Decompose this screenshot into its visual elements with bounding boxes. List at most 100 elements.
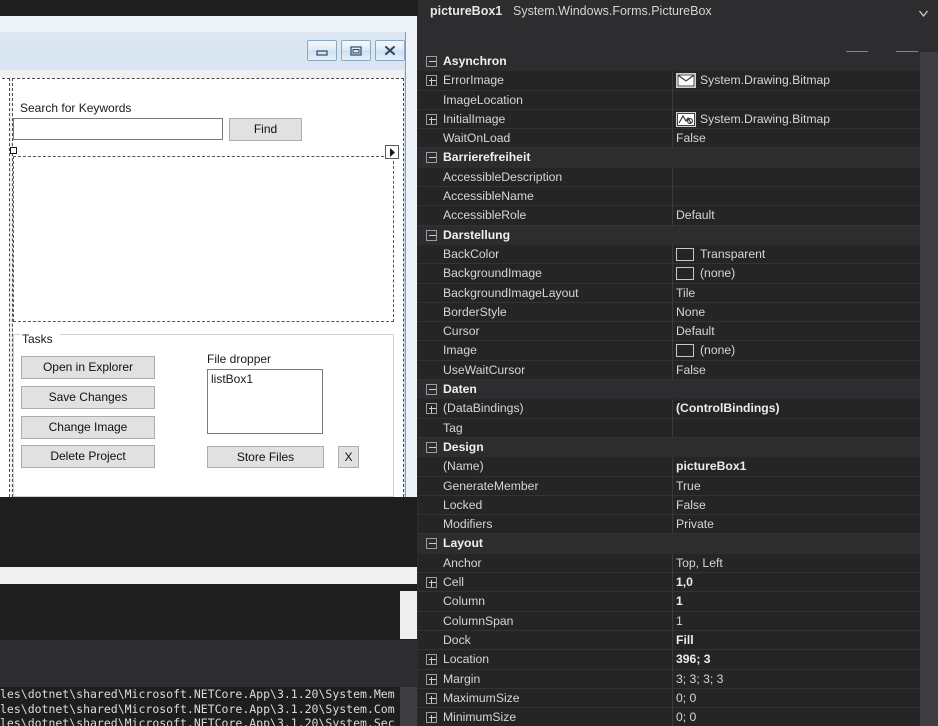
collapse-icon[interactable] [426, 538, 437, 550]
expand-icon[interactable] [426, 654, 437, 666]
property-category-row[interactable]: Barrierefreiheit [418, 148, 920, 168]
property-row[interactable]: MaximumSize 0; 0 [418, 688, 920, 709]
property-value[interactable]: False [676, 363, 706, 377]
property-row[interactable]: WaitOnLoad False [418, 129, 920, 149]
list-item[interactable]: listBox1 [211, 372, 253, 386]
property-value[interactable]: (none) [700, 343, 735, 357]
column-divider[interactable] [672, 399, 673, 419]
property-row[interactable]: AccessibleName [418, 187, 920, 207]
property-row[interactable]: AccessibleRole Default [418, 206, 920, 226]
column-divider[interactable] [672, 688, 673, 709]
property-value[interactable]: False [676, 498, 706, 512]
selection-grip[interactable] [10, 147, 17, 154]
property-value[interactable]: Default [676, 208, 715, 222]
delete-project-button[interactable]: Delete Project [21, 445, 155, 468]
column-divider[interactable] [672, 322, 673, 342]
property-value[interactable]: 1,0 [676, 575, 693, 589]
property-value[interactable]: Fill [676, 633, 694, 647]
column-divider[interactable] [672, 302, 673, 323]
column-divider[interactable] [672, 457, 673, 477]
column-divider[interactable] [672, 573, 673, 593]
expand-icon[interactable] [426, 712, 437, 724]
property-category-row[interactable]: Darstellung [418, 225, 920, 245]
column-divider[interactable] [672, 630, 673, 651]
column-divider[interactable] [672, 418, 673, 438]
column-divider[interactable] [672, 167, 673, 188]
collapse-icon[interactable] [426, 229, 437, 241]
close-button[interactable] [375, 40, 405, 61]
column-divider[interactable] [672, 592, 673, 612]
maximize-button[interactable] [341, 40, 371, 61]
properties-grid-scroll[interactable]: Asynchron ErrorImage System.Drawing.Bitmap… [418, 52, 938, 726]
property-category-row[interactable]: Design [418, 437, 920, 458]
collapse-icon[interactable] [426, 384, 437, 396]
property-row[interactable]: Modifiers Private [418, 515, 920, 535]
search-input[interactable] [13, 118, 223, 140]
property-row[interactable]: (DataBindings) (ControlBindings) [418, 399, 920, 419]
property-row[interactable]: UseWaitCursor False [418, 360, 920, 381]
column-divider[interactable] [672, 109, 673, 130]
column-divider[interactable] [672, 495, 673, 516]
property-row[interactable]: Column 1 [418, 592, 920, 612]
column-divider[interactable] [672, 187, 673, 207]
chevron-down-icon[interactable] [918, 7, 929, 21]
column-divider[interactable] [672, 341, 673, 361]
property-value[interactable]: 396; 3 [676, 652, 711, 666]
property-value[interactable]: Top, Left [676, 556, 723, 570]
property-row[interactable]: Anchor Top, Left [418, 553, 920, 574]
horizontal-scrollbar-track[interactable] [0, 567, 417, 584]
property-row[interactable]: Cursor Default [418, 322, 920, 342]
x-button[interactable]: X [338, 446, 359, 468]
property-value[interactable]: Tile [676, 286, 695, 300]
column-divider[interactable] [672, 360, 673, 381]
designer-document[interactable]: Search for Keywords Find Tasks Open in E… [0, 16, 417, 510]
column-divider[interactable] [672, 611, 673, 631]
property-row[interactable]: Location 396; 3 [418, 650, 920, 670]
property-value[interactable]: pictureBox1 [676, 459, 746, 473]
column-divider[interactable] [672, 553, 673, 574]
property-row[interactable]: BackgroundImage (none) [418, 264, 920, 284]
column-divider[interactable] [672, 650, 673, 670]
column-divider[interactable] [672, 476, 673, 496]
property-row[interactable]: Tag [418, 418, 920, 438]
property-value[interactable]: 0; 0 [676, 710, 696, 724]
property-row[interactable]: ColumnSpan 1 [418, 611, 920, 631]
property-value[interactable]: 1 [676, 614, 683, 628]
property-row[interactable]: Dock Fill [418, 630, 920, 651]
smart-tag-icon[interactable] [385, 145, 399, 159]
column-divider[interactable] [672, 515, 673, 535]
property-category-row[interactable]: Asynchron [418, 52, 920, 72]
save-changes-button[interactable]: Save Changes [21, 386, 155, 409]
property-value[interactable]: Private [676, 517, 714, 531]
collapse-icon[interactable] [426, 441, 437, 453]
property-value[interactable]: 3; 3; 3; 3 [676, 672, 723, 686]
property-row[interactable]: BackColor Transparent [418, 244, 920, 265]
open-in-explorer-button[interactable]: Open in Explorer [21, 356, 155, 379]
property-row[interactable]: MinimumSize 0; 0 [418, 708, 920, 726]
property-value[interactable]: False [676, 131, 706, 145]
property-row[interactable]: ImageLocation [418, 90, 920, 110]
property-value[interactable]: (ControlBindings) [676, 401, 780, 415]
vertical-scrollbar[interactable] [400, 591, 417, 639]
property-value[interactable]: System.Drawing.Bitmap [700, 112, 830, 126]
property-row[interactable]: BackgroundImageLayout Tile [418, 283, 920, 303]
properties-scrollbar[interactable] [920, 52, 938, 726]
file-dropper-listbox[interactable]: listBox1 [207, 369, 323, 434]
property-row[interactable]: AccessibleDescription [418, 167, 920, 188]
property-row[interactable]: Locked False [418, 495, 920, 516]
column-divider[interactable] [672, 244, 673, 265]
property-row[interactable]: Cell 1,0 [418, 573, 920, 593]
column-divider[interactable] [672, 90, 673, 110]
expand-icon[interactable] [426, 75, 437, 87]
property-value[interactable]: 1 [676, 594, 683, 608]
expand-icon[interactable] [426, 692, 437, 704]
collapse-icon[interactable] [426, 56, 437, 67]
property-row[interactable]: GenerateMember True [418, 476, 920, 496]
find-button[interactable]: Find [229, 118, 302, 141]
expand-icon[interactable] [426, 673, 437, 685]
property-value[interactable]: (none) [700, 266, 735, 280]
property-row[interactable]: ErrorImage System.Drawing.Bitmap [418, 71, 920, 91]
picturebox-control[interactable] [13, 156, 394, 322]
column-divider[interactable] [672, 206, 673, 226]
column-divider[interactable] [672, 708, 673, 726]
